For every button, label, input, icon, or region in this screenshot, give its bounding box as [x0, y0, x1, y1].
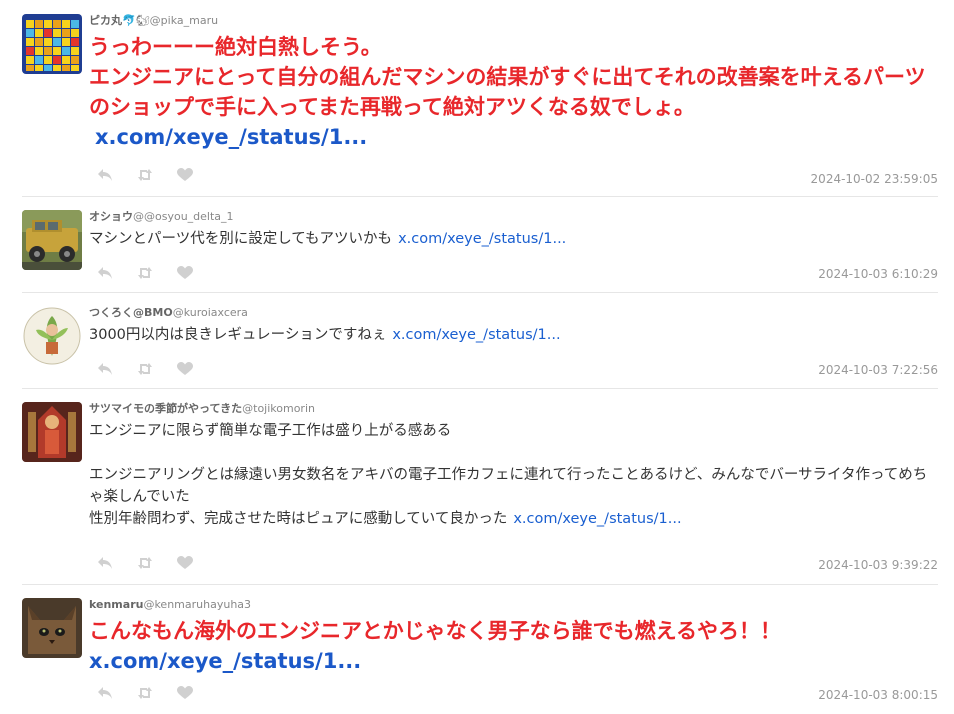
user-handle[interactable]: @tojikomorin — [242, 402, 315, 415]
emoji-icon: 🐬🐿 — [122, 14, 150, 27]
display-name[interactable]: つくろく@BMO — [89, 306, 173, 319]
tweet-item: サツマイモの季節がやってきた@tojikomorin エンジニアに限らず簡単な電… — [22, 402, 938, 585]
tweet-text-line: エンジニアにとって自分の組んだマシンの結果がすぐに出てそれの改善案を叶えるパーツ… — [89, 62, 938, 152]
timestamp[interactable]: 2024-10-03 8:00:15 — [818, 688, 938, 702]
tweet-text: エンジニアに限らず簡単な電子工作は盛り上がる感ある エンジニアリングとは縁遠い男… — [89, 420, 938, 530]
reply-icon[interactable] — [97, 556, 113, 570]
tweet-text-line: 性別年齢問わず、完成させた時はピュアに感動していて良かった x.com/xeye_… — [89, 508, 938, 530]
tweet-link[interactable]: x.com/xeye_/status/1... — [392, 327, 560, 343]
tweet-text-line: こんなもん海外のエンジニアとかじゃなく男子なら誰でも燃えるやろ！！ — [89, 619, 781, 643]
reply-icon[interactable] — [97, 686, 113, 700]
tweet-item: つくろく@BMO@kuroiaxcera 3000円以内は良きレギュレーションで… — [22, 306, 938, 389]
tweet-text: マシンとパーツ代を別に設定してもアツいかも x.com/xeye_/status/… — [89, 228, 938, 250]
user-handle[interactable]: @kuroiaxcera — [173, 306, 248, 319]
avatar[interactable] — [22, 210, 82, 270]
retweet-icon[interactable] — [137, 362, 153, 376]
retweet-icon[interactable] — [137, 168, 153, 182]
display-name[interactable]: サツマイモの季節がやってきた — [89, 402, 242, 415]
like-icon[interactable] — [177, 686, 193, 700]
tweet-item: ピカ丸🐬🐿@pika_maru うっわーーー絶対白熱しそう。 エンジニアにとって… — [22, 14, 938, 197]
retweet-icon[interactable] — [137, 556, 153, 570]
avatar[interactable] — [22, 402, 82, 462]
like-icon[interactable] — [177, 266, 193, 280]
reply-icon[interactable] — [97, 362, 113, 376]
tweet-text: こんなもん海外のエンジニアとかじゃなく男子なら誰でも燃えるやろ！！ x.com/… — [89, 616, 938, 676]
avatar[interactable] — [22, 14, 82, 74]
like-icon[interactable] — [177, 168, 193, 182]
tweet-text-segment: 性別年齢問わず、完成させた時はピュアに感動していて良かった — [89, 511, 508, 527]
tweet-text: 3000円以内は良きレギュレーションですねぇ x.com/xeye_/status… — [89, 324, 938, 346]
user-handle[interactable]: @@osyou_delta_1 — [133, 210, 234, 223]
tweet-text-line: エンジニアリングとは縁遠い男女数名をアキバの電子工作カフェに連れて行ったことある… — [89, 467, 928, 505]
like-icon[interactable] — [177, 556, 193, 570]
tweet-item: オショウ@@osyou_delta_1 マシンとパーツ代を別に設定してもアツいか… — [22, 210, 938, 293]
tweet-header: つくろく@BMO@kuroiaxcera — [89, 306, 938, 320]
timestamp[interactable]: 2024-10-03 6:10:29 — [818, 267, 938, 281]
tweet-header: オショウ@@osyou_delta_1 — [89, 210, 938, 224]
avatar[interactable] — [22, 306, 82, 366]
user-handle[interactable]: @kenmaruhayuha3 — [143, 598, 251, 611]
timestamp[interactable]: 2024-10-02 23:59:05 — [811, 172, 938, 186]
tweet-text-line: エンジニアに限らず簡単な電子工作は盛り上がる感ある — [89, 423, 452, 439]
display-name[interactable]: kenmaru — [89, 598, 143, 611]
tweet-item: kenmaru@kenmaruhayuha3 こんなもん海外のエンジニアとかじゃ… — [22, 598, 938, 714]
retweet-icon[interactable] — [137, 266, 153, 280]
display-name[interactable]: ピカ丸 — [89, 14, 122, 27]
reply-icon[interactable] — [97, 266, 113, 280]
timestamp[interactable]: 2024-10-03 9:39:22 — [818, 558, 938, 572]
tweet-header: kenmaru@kenmaruhayuha3 — [89, 598, 938, 612]
tweet-link[interactable]: x.com/xeye_/status/1... — [95, 125, 367, 149]
user-handle[interactable]: @pika_maru — [150, 14, 218, 27]
tweet-header: ピカ丸🐬🐿@pika_maru — [89, 14, 938, 28]
tweet-text: うっわーーー絶対白熱しそう。 エンジニアにとって自分の組んだマシンの結果がすぐに… — [89, 32, 938, 152]
retweet-icon[interactable] — [137, 686, 153, 700]
avatar[interactable] — [22, 598, 82, 658]
tweet-link[interactable]: x.com/xeye_/status/1... — [398, 231, 566, 247]
tweet-link[interactable]: x.com/xeye_/status/1... — [513, 511, 681, 527]
tweet-text-segment: エンジニアにとって自分の組んだマシンの結果がすぐに出てそれの改善案を叶えるパーツ… — [89, 65, 926, 119]
display-name[interactable]: オショウ — [89, 210, 133, 223]
tweet-link[interactable]: x.com/xeye_/status/1... — [89, 646, 938, 676]
like-icon[interactable] — [177, 362, 193, 376]
tweet-text-line: マシンとパーツ代を別に設定してもアツいかも — [89, 231, 393, 247]
timestamp[interactable]: 2024-10-03 7:22:56 — [818, 363, 938, 377]
tweet-header: サツマイモの季節がやってきた@tojikomorin — [89, 402, 938, 416]
tweet-text-line: 3000円以内は良きレギュレーションですねぇ — [89, 327, 387, 343]
reply-icon[interactable] — [97, 168, 113, 182]
tweet-text-line: うっわーーー絶対白熱しそう。 — [89, 35, 382, 59]
